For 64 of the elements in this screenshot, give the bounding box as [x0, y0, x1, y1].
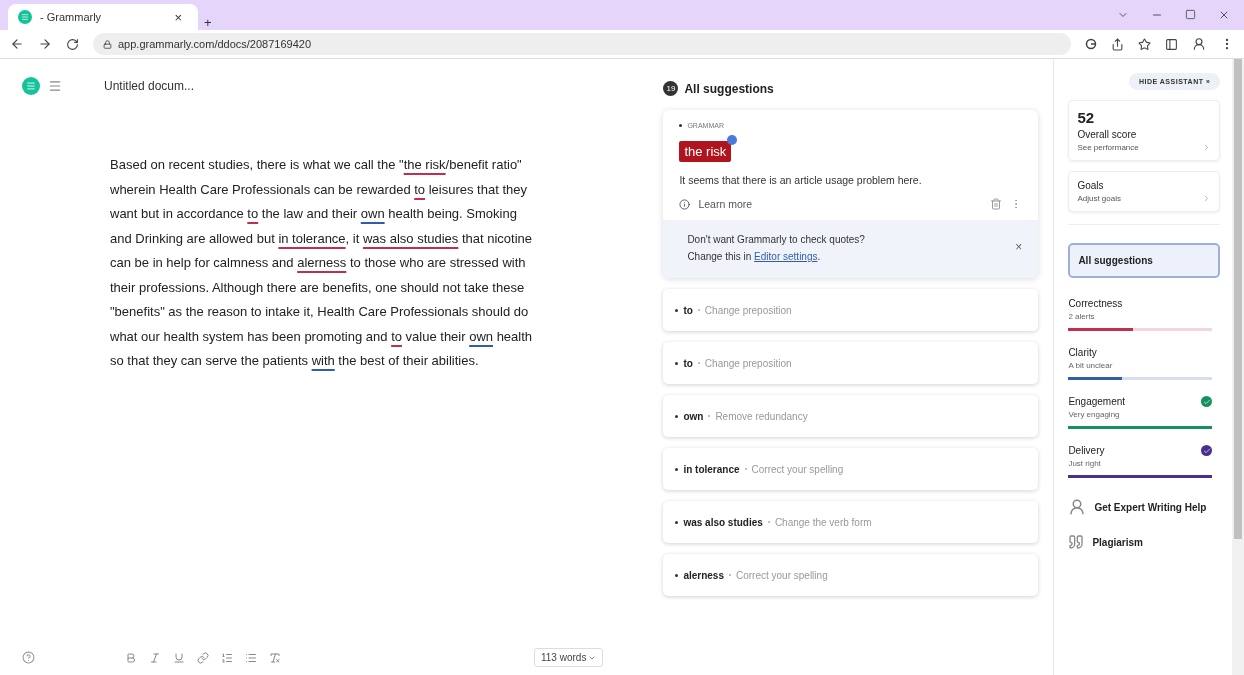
category-status: A bit unclear — [1068, 361, 1114, 370]
italic-icon[interactable] — [149, 651, 161, 664]
badge-dot — [727, 135, 738, 145]
score-card[interactable]: 52 Overall score See performance — [1068, 100, 1221, 161]
scrollbar-thumb[interactable] — [1234, 59, 1243, 540]
info-icon — [679, 198, 691, 210]
count-badge: 19 — [663, 81, 679, 96]
category-name[interactable]: Correctness — [1068, 298, 1123, 309]
underline-icon[interactable] — [173, 651, 185, 664]
goals-label: Goals — [1077, 180, 1105, 191]
link-icon[interactable] — [197, 651, 209, 664]
suggestion-message: It seems that there is an article usage problem here. — [679, 174, 923, 186]
suggestion-item[interactable]: in tolerance Correct your spelling — [663, 448, 1039, 490]
new-tab-button[interactable]: + — [198, 15, 218, 30]
overall-score: 52 — [1077, 109, 1096, 126]
tab-close-button[interactable]: × — [168, 9, 188, 25]
category-name[interactable]: Delivery — [1068, 445, 1105, 456]
bold-icon[interactable] — [125, 651, 137, 664]
close-icon[interactable] — [1218, 9, 1230, 21]
word-count-button[interactable]: 113 words — [534, 648, 604, 667]
reload-icon[interactable] — [66, 37, 79, 51]
close-button[interactable]: × — [1015, 240, 1023, 254]
tab-title: - Grammarly — [40, 11, 103, 23]
trash-icon[interactable] — [990, 198, 1003, 210]
category-status: Very engaging — [1068, 410, 1121, 419]
suggestion-item[interactable]: to Change preposition — [663, 342, 1039, 384]
suggestion-item[interactable]: alerness Correct your spelling — [663, 554, 1039, 596]
person-icon — [1068, 498, 1087, 516]
help-icon[interactable] — [22, 651, 35, 664]
side-panel-icon[interactable] — [1165, 37, 1178, 51]
profile-icon[interactable] — [1192, 37, 1206, 51]
share-icon[interactable] — [1111, 37, 1124, 51]
suggestion-item[interactable]: to Change preposition — [663, 289, 1039, 331]
suggestion-item[interactable]: own Remove redundancy — [663, 395, 1039, 437]
notice-text: Don't want Grammarly to check quotes? — [687, 234, 866, 245]
extension-icon[interactable] — [1085, 38, 1097, 50]
address-bar[interactable]: app.grammarly.com/ddocs/2087169420 — [93, 33, 1071, 55]
learn-more-button[interactable]: Learn more — [698, 198, 753, 210]
suggestions-heading: All suggestions — [684, 81, 774, 96]
maximize-icon[interactable] — [1185, 9, 1196, 20]
suggestion-item[interactable]: was also studies Change the verb form — [663, 501, 1039, 543]
see-performance-link[interactable]: See performance — [1077, 143, 1139, 152]
document-title[interactable]: Untitled docum... — [104, 79, 195, 93]
clear-format-icon[interactable] — [269, 651, 281, 664]
score-label: Overall score — [1077, 129, 1138, 140]
highlighted-text: the risk — [679, 141, 732, 162]
category-status: 2 alerts — [1068, 312, 1096, 321]
numbered-list-icon[interactable] — [221, 651, 233, 664]
all-suggestions-tab[interactable]: All suggestions — [1068, 243, 1221, 278]
bookmark-star-icon[interactable] — [1138, 37, 1151, 51]
logo-icon — [18, 10, 32, 24]
adjust-goals-link[interactable]: Adjust goals — [1077, 194, 1121, 203]
bullet-list-icon[interactable] — [245, 651, 257, 664]
quote-icon — [1068, 534, 1085, 550]
goals-card[interactable]: Goals Adjust goals — [1068, 171, 1221, 212]
category-status: Just right — [1068, 459, 1102, 468]
notice-text: Change this in Editor settings. — [687, 251, 822, 262]
category-name[interactable]: Clarity — [1068, 347, 1097, 358]
forward-icon[interactable] — [38, 37, 52, 51]
logo-icon[interactable] — [22, 77, 40, 95]
back-icon[interactable] — [10, 37, 24, 51]
category-name[interactable]: Engagement — [1068, 396, 1126, 407]
document-paragraph: Based on recent studies, there is what we call the "the risk/benefit ratio" wherein Health Care Professionals can be rewarded to leisures that they want but in accordance to the law and their own health being. Smoking and Drinking are allowed but in tolerance, it was also studies that nicotine can be in help for calmness and alerness to those who are stressed with their professions. Although there are benefits, one should not take these "benefits" as the reason to intake it, Health Care Professionals should do what our health system has been promoting and to value their own health so that they can serve the patients with the best of their abilities. — [110, 156, 534, 370]
browser-tab[interactable]: - Grammarly × — [8, 4, 198, 30]
